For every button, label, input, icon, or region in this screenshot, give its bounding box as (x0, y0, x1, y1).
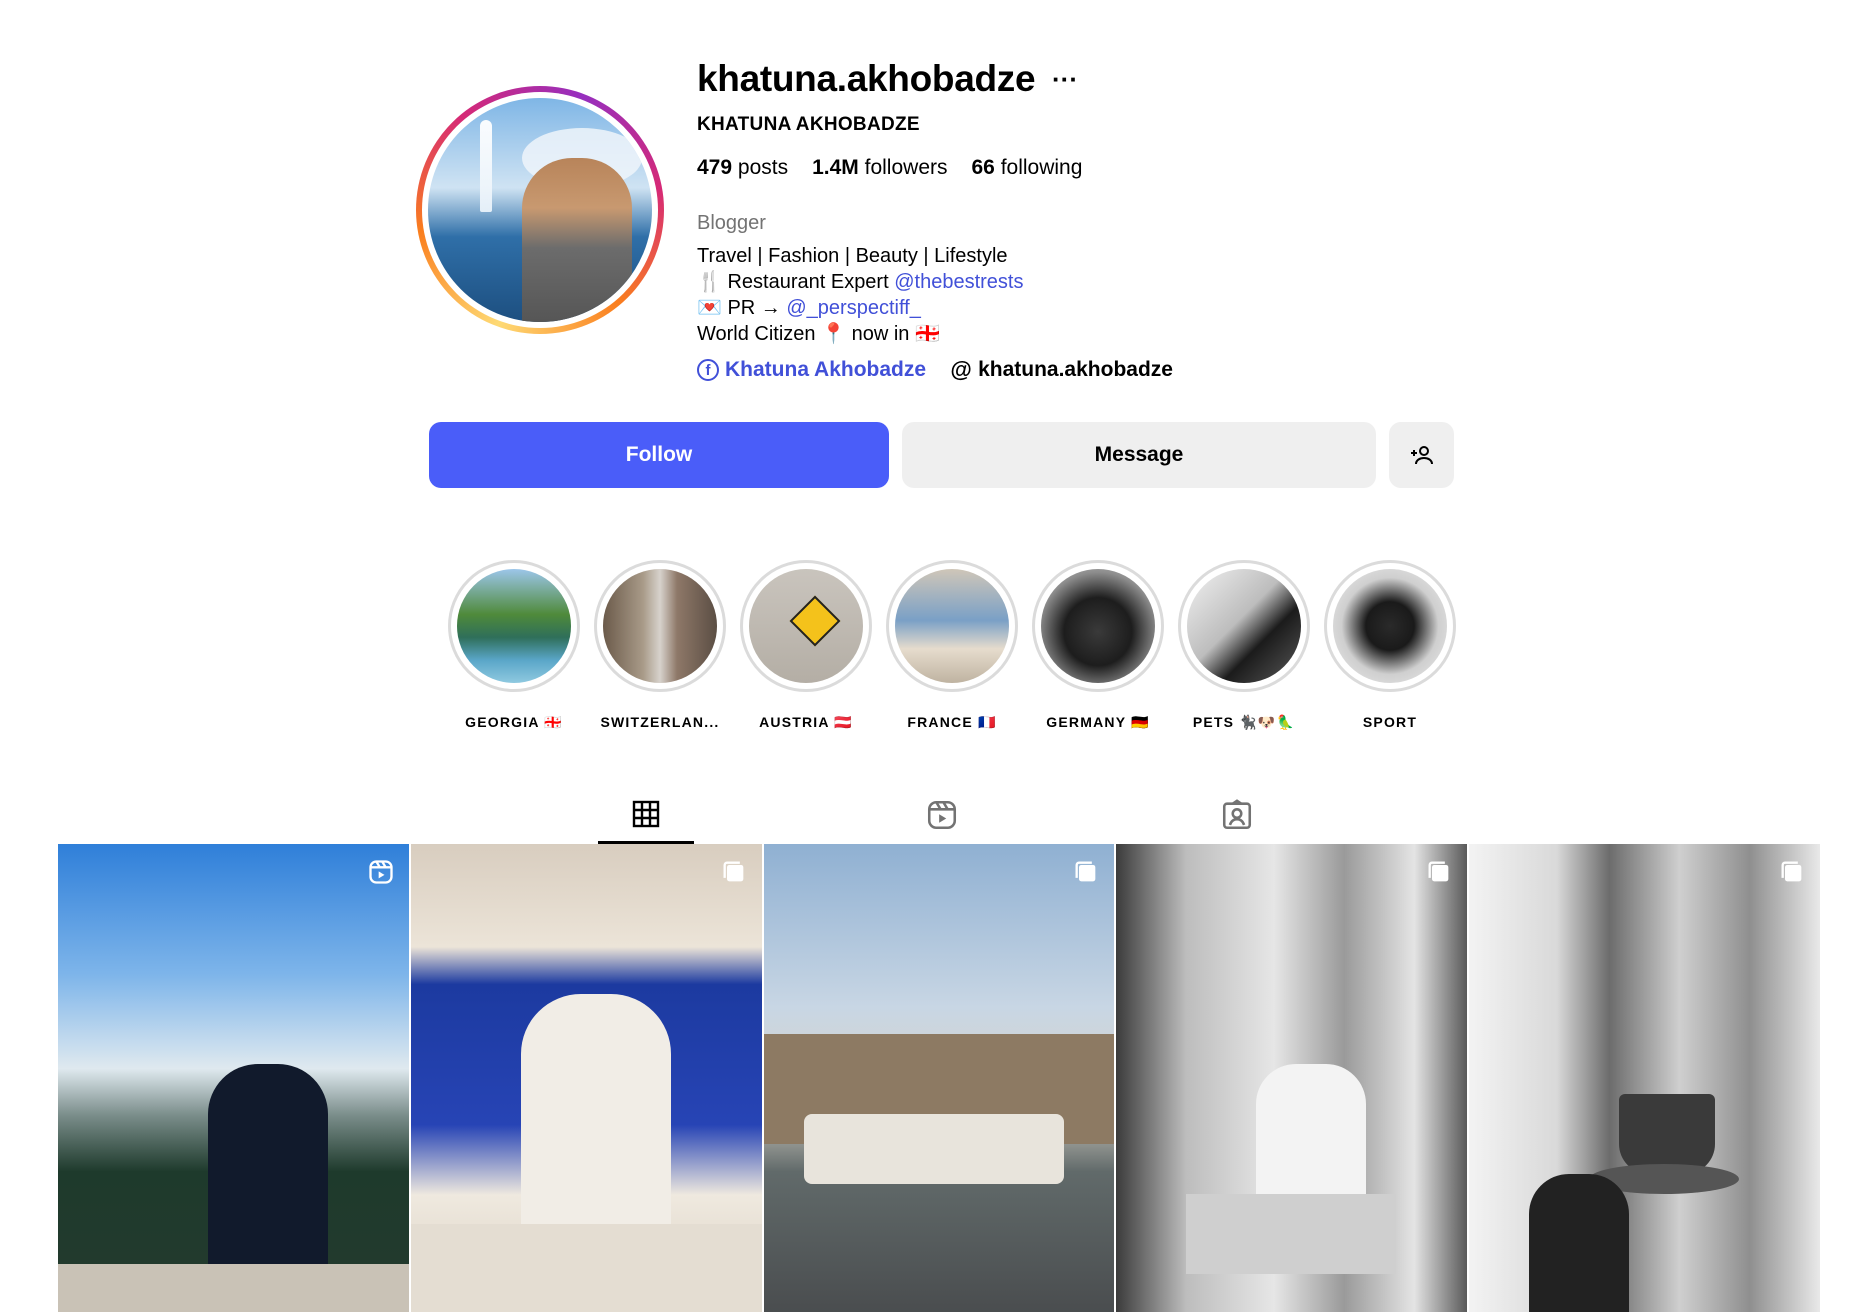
highlight-label: SPORT (1362, 714, 1418, 730)
profile-stats: 479 posts 1.4M followers 66 following (697, 156, 1082, 180)
highlight-austria[interactable]: AUSTRIA 🇦🇹 (736, 560, 876, 731)
highlight-label: FRANCE 🇫🇷 (907, 714, 997, 730)
highlight-cover (457, 569, 571, 683)
tab-tagged[interactable] (1189, 786, 1285, 844)
followers-link[interactable]: 1.4M followers (812, 156, 947, 180)
post-thumbnail[interactable] (58, 844, 409, 1312)
reel-icon (369, 860, 393, 884)
follow-button[interactable]: Follow (429, 422, 889, 488)
threads-link[interactable]: @ khatuna.akhobadze (950, 358, 1173, 382)
profile-avatar[interactable] (416, 86, 664, 334)
carousel-icon (723, 861, 743, 882)
tab-reels[interactable] (894, 786, 990, 844)
highlight-cover (1333, 569, 1447, 683)
post-thumbnail[interactable] (763, 844, 1115, 1312)
highlight-label: GEORGIA 🇬🇪 (465, 714, 563, 730)
carousel-icon (1075, 861, 1096, 882)
highlight-label: PETS 🐈‍⬛🐶🦜 (1192, 714, 1296, 730)
facebook-link[interactable]: f Khatuna Akhobadze (697, 358, 926, 382)
post-thumbnail[interactable] (1116, 844, 1468, 1312)
bio-line: World Citizen 📍 now in 🇬🇪 (697, 323, 940, 345)
highlight-france[interactable]: FRANCE 🇫🇷 (882, 560, 1022, 731)
bio-line: Travel | Fashion | Beauty | Lifestyle (697, 245, 1008, 267)
tab-posts[interactable] (598, 786, 694, 844)
carousel-icon (1781, 861, 1802, 882)
bio-line: 💌 PR → @_perspectiff_ (697, 297, 921, 319)
reels-icon (927, 800, 957, 830)
highlight-cover (603, 569, 717, 683)
mention-link[interactable]: @_perspectiff_ (786, 297, 920, 319)
highlight-cover (749, 569, 863, 683)
grid-icon (632, 800, 660, 827)
highlight-switzerland[interactable]: SWITZERLAN... (590, 560, 730, 730)
highlight-cover (1041, 569, 1155, 683)
profile-links: f Khatuna Akhobadze @ khatuna.akhobadze (697, 358, 1173, 382)
tagged-icon (1222, 799, 1252, 830)
posts-count: 479 posts (697, 156, 789, 179)
highlight-cover (1187, 569, 1301, 683)
highlight-georgia[interactable]: GEORGIA 🇬🇪 (444, 560, 584, 731)
profile-category: Blogger (697, 212, 766, 234)
profile-bio: Travel | Fashion | Beauty | Lifestyle 🍴 … (697, 243, 1023, 347)
highlight-label: SWITZERLAN... (600, 714, 720, 730)
profile-username: khatuna.akhobadze (697, 58, 1036, 99)
highlight-label: AUSTRIA 🇦🇹 (759, 714, 853, 730)
following-link[interactable]: 66 following (972, 156, 1083, 180)
profile-tabs (58, 786, 1820, 844)
profile-full-name: KHATUNA AKHOBADZE (697, 114, 920, 135)
post-thumbnail[interactable] (1469, 844, 1820, 1312)
suggest-accounts-button[interactable] (1389, 422, 1454, 488)
post-thumbnail[interactable] (410, 844, 762, 1312)
highlight-germany[interactable]: GERMANY 🇩🇪 (1028, 560, 1168, 731)
highlight-cover (895, 569, 1009, 683)
more-options-button[interactable]: ··· (1052, 64, 1078, 95)
posts-grid (58, 844, 1820, 1312)
highlight-sport[interactable]: SPORT (1320, 560, 1460, 730)
message-button[interactable]: Message (902, 422, 1376, 488)
mention-link[interactable]: @thebestrests (894, 271, 1023, 293)
bio-line: 🍴 Restaurant Expert @thebestrests (697, 271, 1024, 293)
carousel-icon (1428, 861, 1449, 882)
facebook-icon: f (697, 359, 719, 381)
avatar-photo (428, 98, 652, 322)
threads-icon: @ (950, 357, 972, 382)
highlight-label: GERMANY 🇩🇪 (1046, 714, 1150, 730)
add-user-icon (1410, 446, 1433, 465)
highlight-pets[interactable]: PETS 🐈‍⬛🐶🦜 (1174, 560, 1314, 731)
